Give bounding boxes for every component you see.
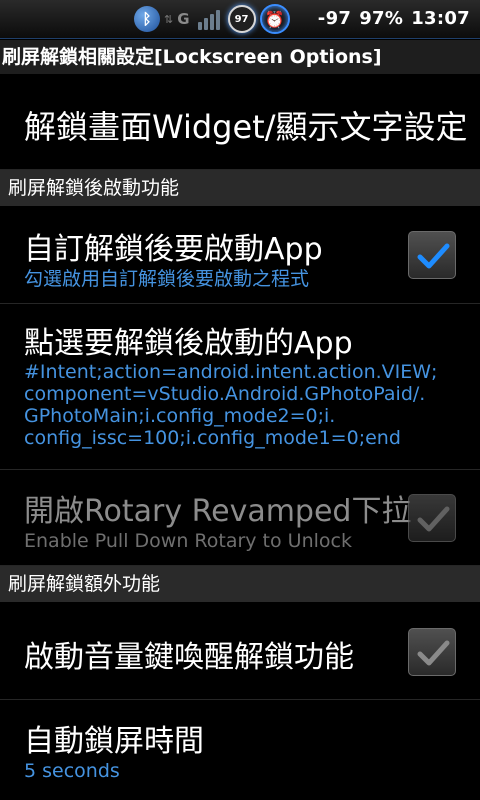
checkmark-icon [417,640,450,666]
custom-launch-summary: 勾選啟用自訂解鎖後要啟動之程式 [24,268,310,290]
widget-settings-title: 解鎖畫面Widget/顯示文字設定 [24,108,468,146]
network-type: G [177,10,190,28]
section-header-extra: 刷屏解鎖額外功能 [0,566,480,602]
checkmark-icon [417,506,450,532]
custom-launch-title: 自訂解鎖後要啟動App [24,232,323,267]
intent-line: config_issc=100;i.config_mode1=0;end [24,427,401,449]
custom-launch-checkbox[interactable] [408,231,456,279]
status-icons: ᛒ ⇅ G 97 ⏰ [134,4,290,34]
select-app-item[interactable]: 點選要解鎖後啟動的App #Intent;action=android.inte… [0,304,480,470]
checkmark-icon [417,243,450,269]
volume-wake-item[interactable]: 啟動音量鍵喚醒解鎖功能 [0,602,480,700]
section-header-launch: 刷屏解鎖後啟動功能 [0,170,480,206]
volume-wake-checkbox[interactable] [408,628,456,676]
intent-line: #Intent;action=android.intent.action.VIE… [24,361,438,383]
widget-settings-item[interactable]: 解鎖畫面Widget/顯示文字設定 [0,76,480,170]
page-title: 刷屏解鎖相關設定[Lockscreen Options] [0,40,480,74]
auto-lock-summary: 5 seconds [24,760,120,782]
bluetooth-icon: ᛒ [134,6,160,32]
rotary-pulldown-item[interactable]: 開啟Rotary Revamped下拉 Enable Pull Down Rot… [0,470,480,566]
volume-wake-title: 啟動音量鍵喚醒解鎖功能 [24,640,354,675]
auto-lock-title: 自動鎖屏時間 [24,724,204,759]
rotary-pulldown-summary: Enable Pull Down Rotary to Unlock [24,530,352,552]
auto-lock-item[interactable]: 自動鎖屏時間 5 seconds [0,700,480,796]
select-app-title: 點選要解鎖後啟動的App [24,326,353,361]
intent-line: component=vStudio.Android.GPhotoPaid/. [24,383,426,405]
preference-list: 解鎖畫面Widget/顯示文字設定 刷屏解鎖後啟動功能 自訂解鎖後要啟動App … [0,76,480,796]
battery-percent: 97% [359,8,404,29]
signal-bars-icon [197,8,220,30]
alarm-clock-icon: ⏰ [259,4,290,34]
sync-arrows-icon: ⇅ [164,12,174,26]
rotary-pulldown-title: 開啟Rotary Revamped下拉 [24,494,412,529]
status-readouts: -97 97% 13:07 [310,8,470,29]
custom-launch-item[interactable]: 自訂解鎖後要啟動App 勾選啟用自訂解鎖後要啟動之程式 [0,206,480,304]
select-app-intent: #Intent;action=android.intent.action.VIE… [24,361,437,449]
clock: 13:07 [411,8,470,29]
intent-line: GPhotoMain;i.config_mode2=0;i. [24,405,336,427]
battery-ring-icon: 97 [227,5,256,33]
status-bar: ᛒ ⇅ G 97 ⏰ -97 97% 13:07 [0,0,480,39]
rotary-pulldown-checkbox[interactable] [408,494,456,542]
signal-strength: -97 [317,8,352,29]
